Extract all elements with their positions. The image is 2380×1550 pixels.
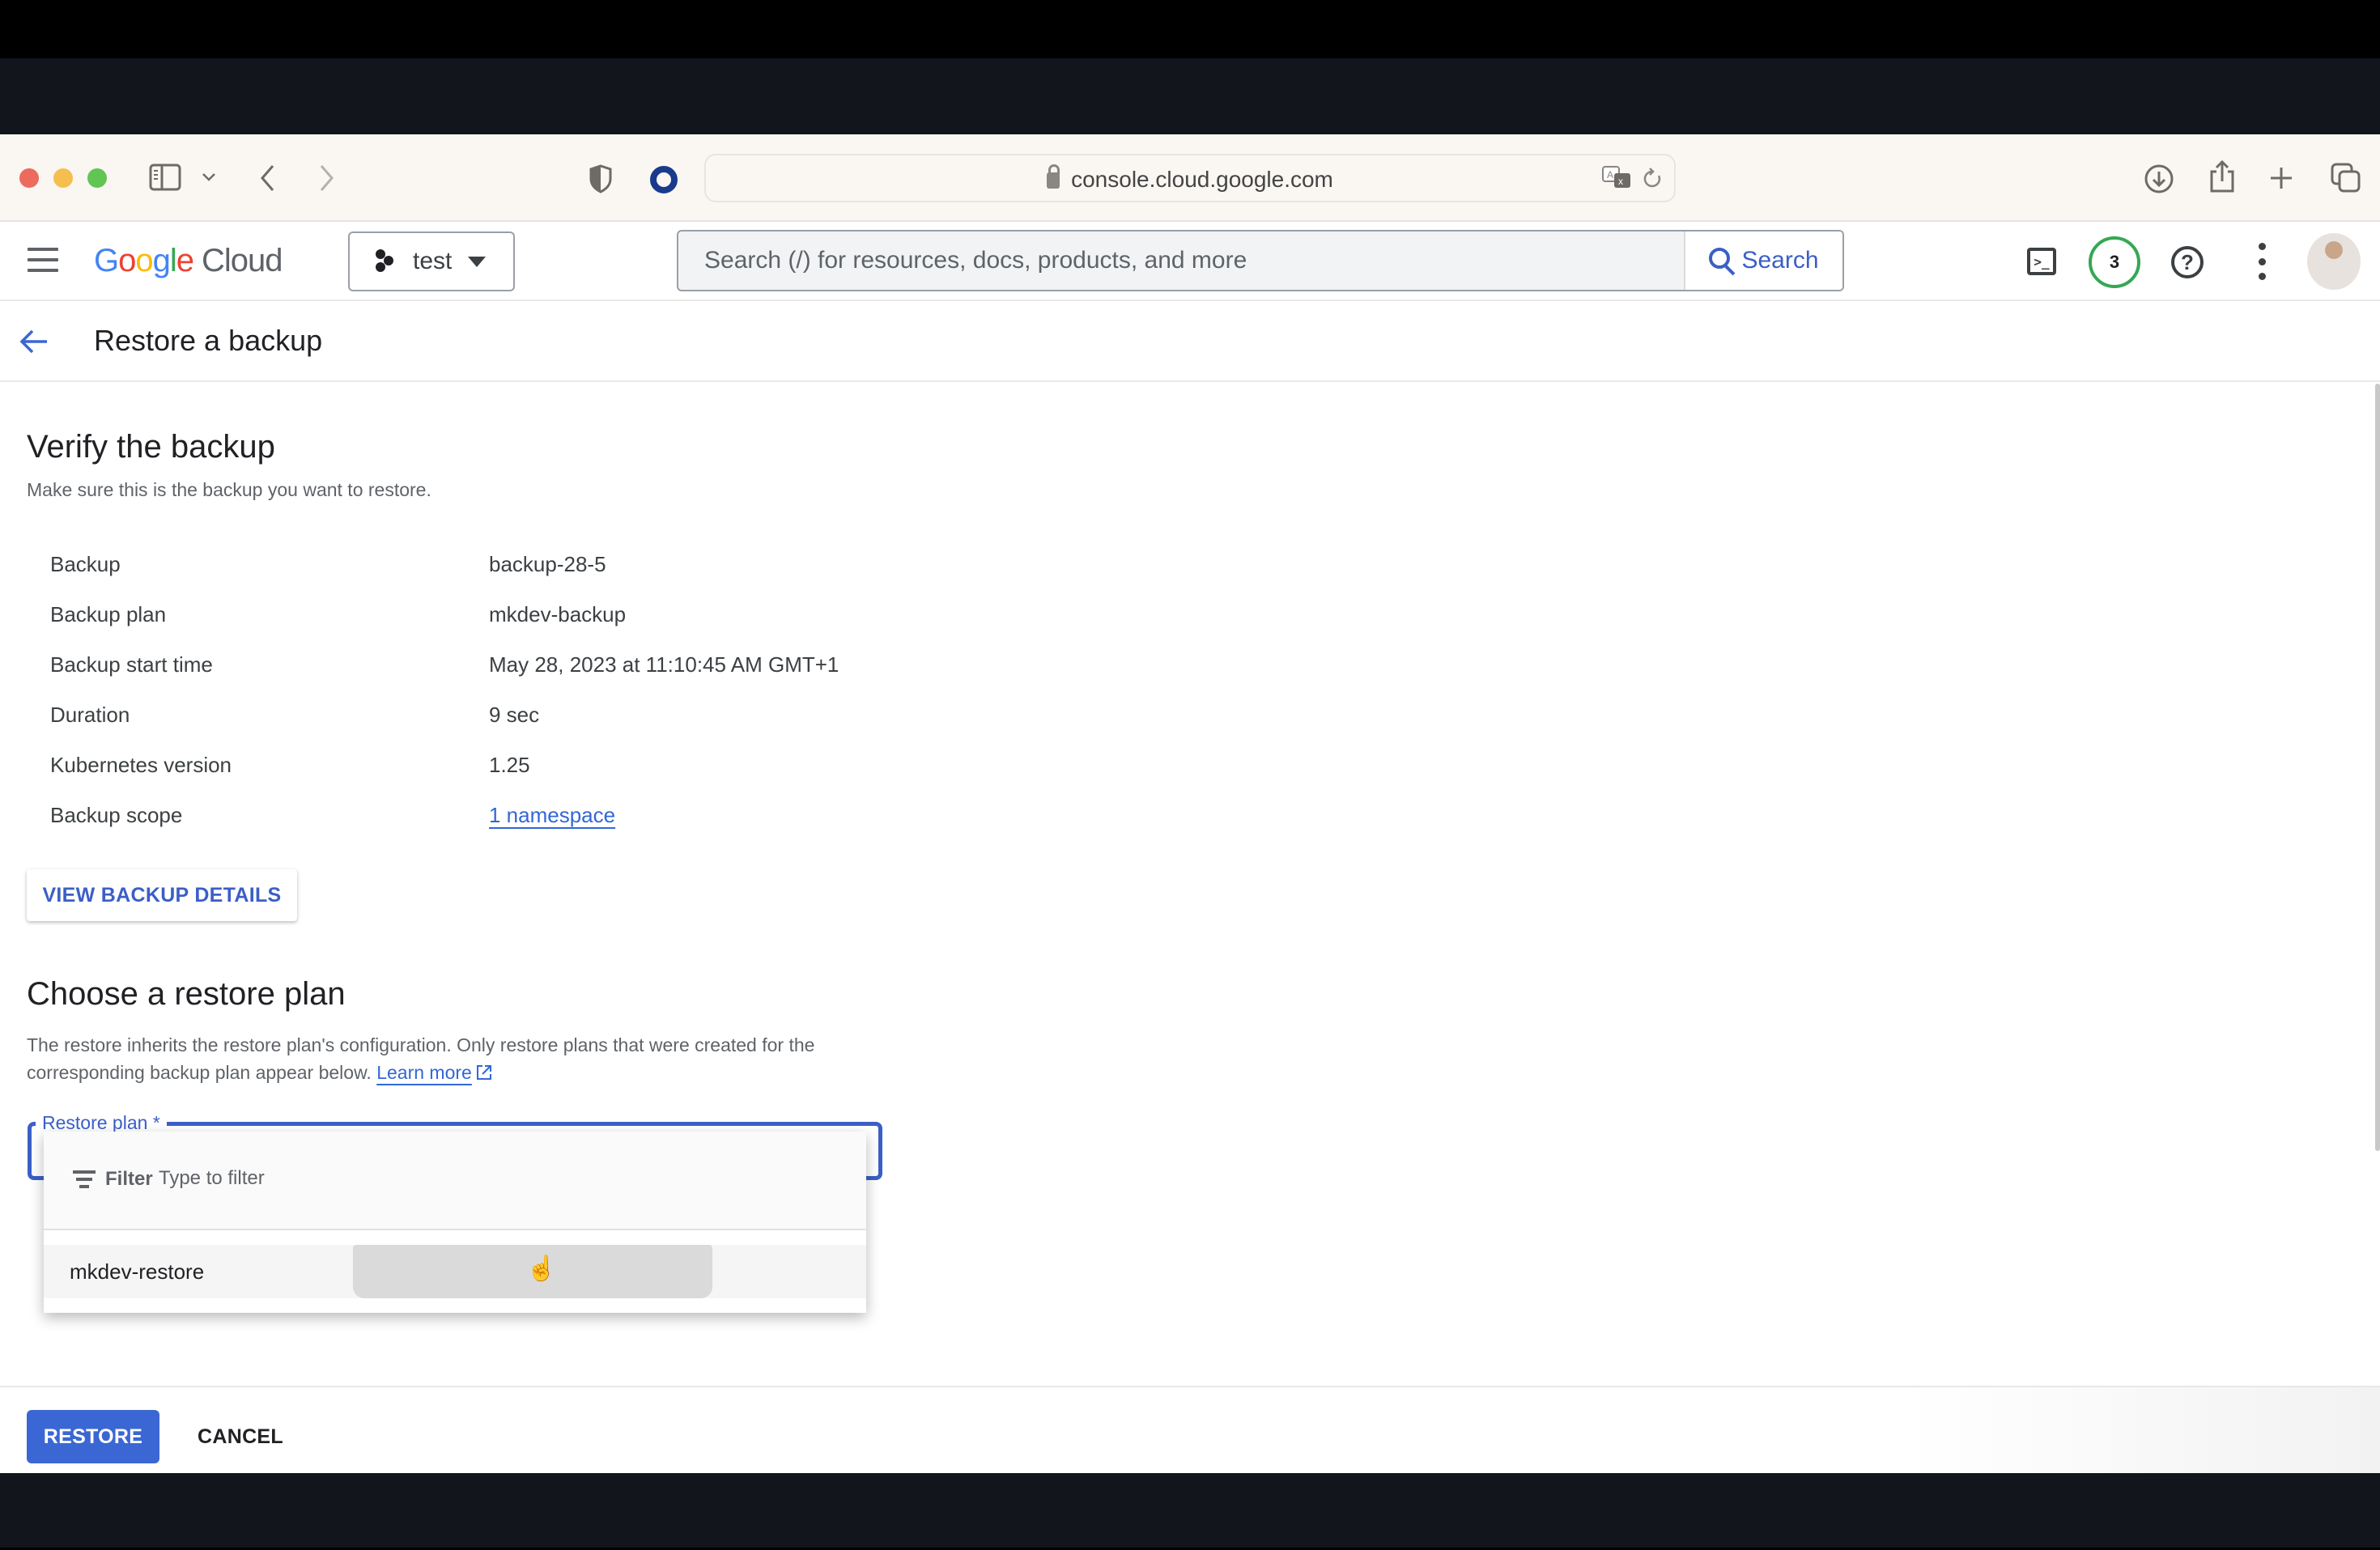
restore-plan-heading: Choose a restore plan — [27, 976, 346, 1012]
detail-value: backup-28-5 — [489, 552, 606, 576]
action-bar: RESTORE CANCEL — [0, 1386, 2380, 1473]
more-options-icon[interactable] — [2254, 243, 2270, 280]
detail-label: Duration — [50, 703, 130, 727]
browser-toolbar: console.cloud.google.com Ax — [0, 134, 2380, 222]
description-line: corresponding backup plan appear below. … — [27, 1059, 814, 1089]
back-icon[interactable] — [257, 162, 277, 194]
restore-plan-description: The restore inherits the restore plan's … — [27, 1031, 814, 1089]
page-title: Restore a backup — [94, 324, 323, 357]
verify-description: Make sure this is the backup you want to… — [27, 479, 431, 500]
page-header: Restore a backup — [0, 301, 2380, 382]
menu-icon[interactable] — [28, 248, 58, 272]
menu-bar-area — [0, 58, 2380, 134]
extension-icon[interactable] — [649, 165, 678, 194]
minimize-window-button[interactable] — [53, 168, 73, 188]
address-bar[interactable]: console.cloud.google.com Ax — [704, 154, 1676, 202]
caret-down-icon — [468, 256, 487, 267]
svg-text:A: A — [1607, 169, 1613, 180]
reload-icon[interactable] — [1640, 167, 1664, 191]
learn-more-link[interactable]: Learn more — [376, 1062, 472, 1083]
detail-label: Backup scope — [50, 803, 183, 827]
chevron-down-icon[interactable] — [201, 172, 217, 183]
logo-letter: o — [118, 243, 136, 278]
help-icon[interactable]: ? — [2171, 246, 2204, 278]
search-input[interactable] — [678, 231, 1684, 290]
logo-letter: g — [152, 243, 171, 278]
view-backup-details-button[interactable]: VIEW BACKUP DETAILS — [27, 869, 297, 921]
tabs-overview-icon[interactable] — [2330, 162, 2362, 194]
svg-text:x: x — [1618, 176, 1623, 187]
url-text: console.cloud.google.com — [1071, 167, 1333, 192]
verify-heading: Verify the backup — [27, 429, 275, 465]
search-button-label: Search — [1741, 247, 1819, 274]
notifications-badge[interactable]: 3 — [2089, 236, 2140, 288]
sidebar-icon[interactable] — [149, 163, 181, 191]
detail-value: May 28, 2023 at 11:10:45 AM GMT+1 — [489, 652, 839, 677]
detail-label: Kubernetes version — [50, 753, 232, 777]
share-icon[interactable] — [2208, 159, 2236, 194]
restore-plan-dropdown: Filter mkdev-restore ☝ — [44, 1132, 866, 1313]
search-bar: Search — [677, 230, 1844, 291]
avatar[interactable] — [2307, 233, 2361, 290]
logo-suffix: Cloud — [202, 243, 283, 278]
project-selector[interactable]: test — [348, 231, 515, 291]
shield-icon[interactable] — [588, 163, 614, 194]
new-tab-icon[interactable] — [2268, 165, 2294, 191]
restore-plan-label: Restore plan * — [36, 1112, 167, 1134]
logo-letter: l — [169, 243, 177, 278]
search-button[interactable]: Search — [1684, 231, 1842, 290]
detail-value: 1.25 — [489, 753, 530, 777]
backup-scope-link[interactable]: 1 namespace — [489, 803, 615, 828]
scrollbar[interactable] — [2375, 384, 2380, 1151]
close-window-button[interactable] — [19, 168, 39, 188]
option-label: mkdev-restore — [70, 1259, 205, 1284]
google-cloud-logo[interactable]: Google Cloud — [94, 243, 283, 279]
translate-icon[interactable]: Ax — [1601, 165, 1634, 193]
screen-top-bar — [0, 0, 2380, 58]
detail-label: Backup — [50, 552, 121, 576]
logo-letter: G — [94, 243, 119, 278]
filter-row: Filter — [44, 1132, 866, 1230]
cancel-button[interactable]: CANCEL — [180, 1410, 301, 1463]
search-icon — [1709, 248, 1731, 269]
lock-icon — [1047, 164, 1060, 189]
detail-value: 9 sec — [489, 703, 540, 727]
cloud-console: GoogleCloud test Search >_ 3 ? Restore a… — [0, 222, 2380, 1549]
logo-letter: e — [176, 243, 194, 278]
maximize-window-button[interactable] — [87, 168, 107, 188]
filter-label: Filter — [105, 1168, 153, 1190]
cloud-shell-icon[interactable]: >_ — [2027, 248, 2056, 275]
download-icon[interactable] — [2144, 163, 2174, 194]
detail-value: mkdev-backup — [489, 602, 627, 626]
forward-icon[interactable] — [317, 162, 337, 194]
project-name: test — [413, 248, 453, 274]
external-link-icon — [475, 1061, 493, 1089]
description-line: The restore inherits the restore plan's … — [27, 1034, 815, 1055]
restore-plan-option[interactable]: mkdev-restore ☝ — [44, 1245, 866, 1298]
detail-label: Backup plan — [50, 602, 167, 626]
screen-bottom-bar — [0, 1473, 2380, 1548]
filter-icon — [73, 1170, 96, 1188]
description-text: corresponding backup plan appear below. — [27, 1062, 372, 1083]
hand-cursor-icon: ☝ — [526, 1255, 557, 1282]
restore-button[interactable]: RESTORE — [27, 1410, 159, 1463]
detail-label: Backup start time — [50, 652, 213, 677]
project-icon — [372, 249, 397, 274]
back-arrow-icon[interactable] — [18, 325, 50, 358]
logo-letter: o — [135, 243, 153, 278]
filter-input[interactable] — [159, 1164, 806, 1193]
console-header: GoogleCloud test Search >_ 3 ? — [0, 222, 2380, 301]
